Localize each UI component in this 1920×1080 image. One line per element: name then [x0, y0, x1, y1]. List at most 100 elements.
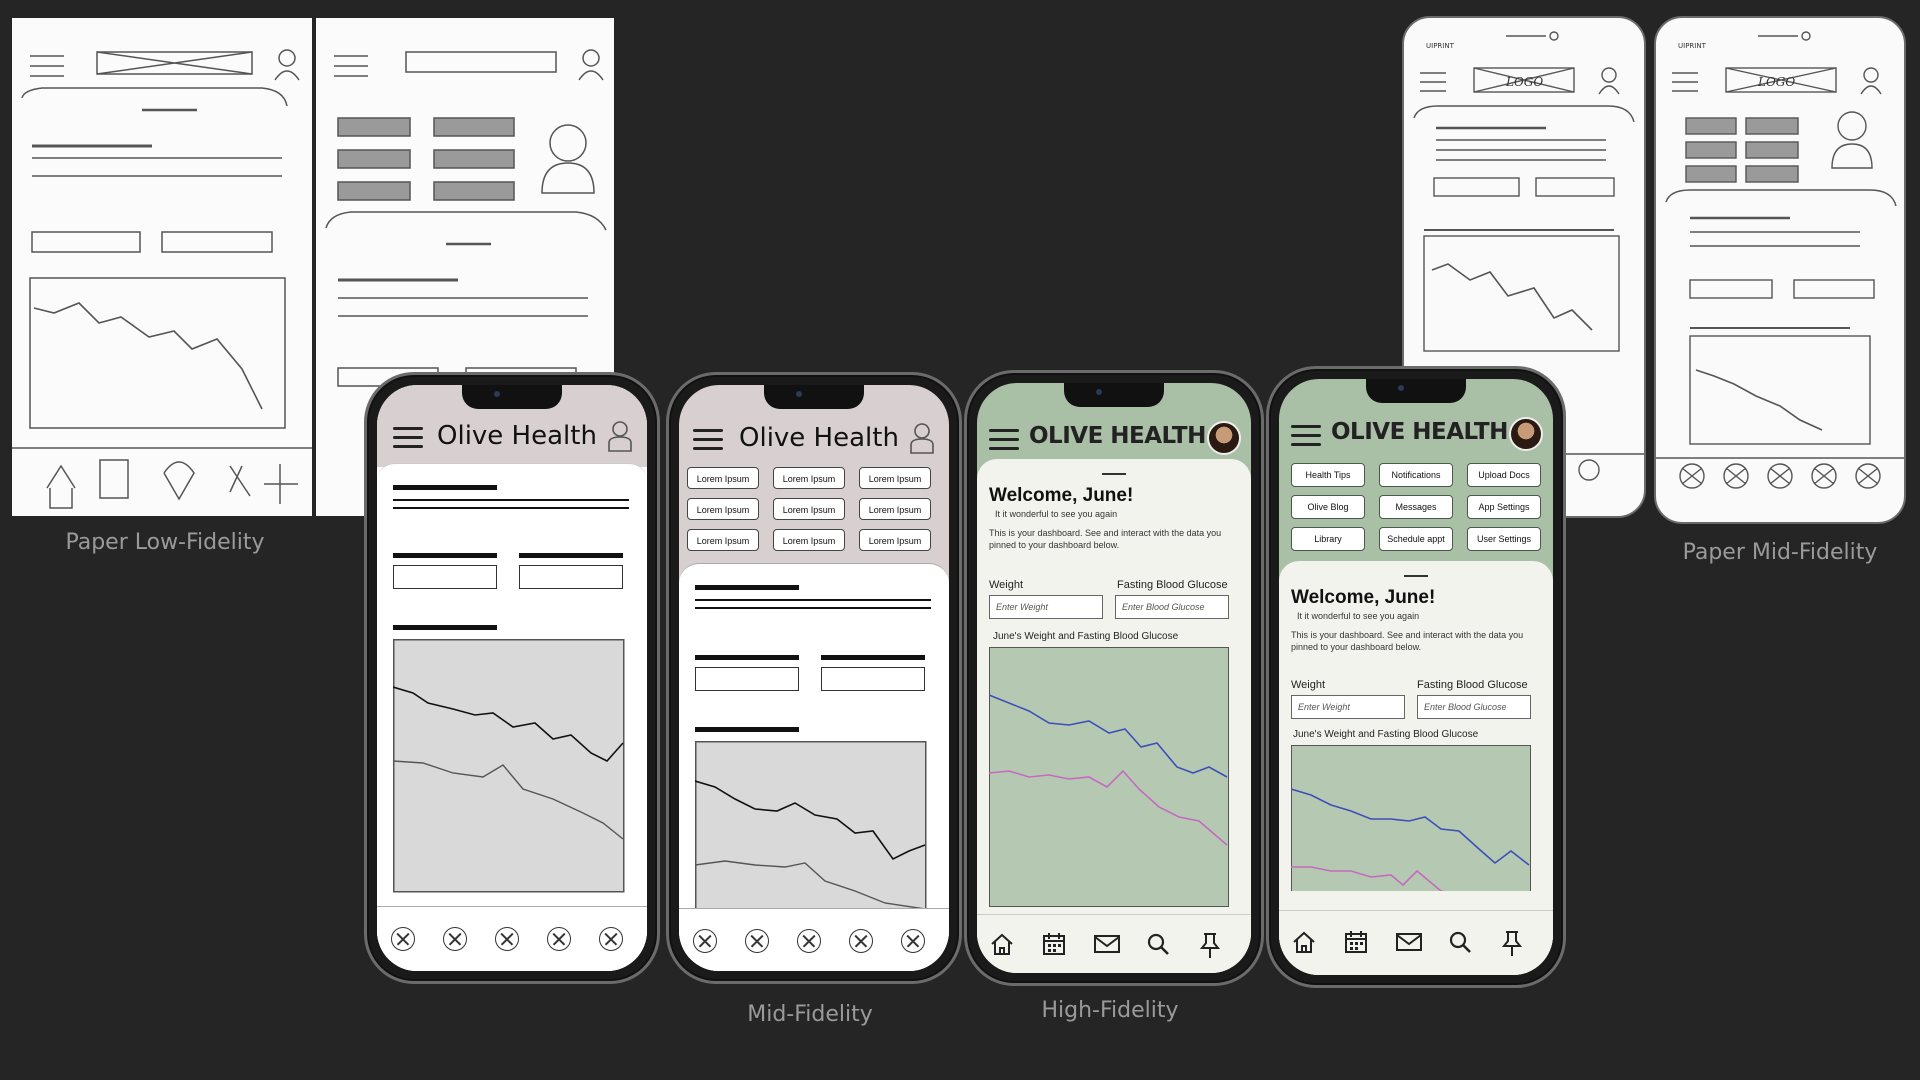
menu-button[interactable]: Lorem Ipsum [687, 467, 759, 489]
search-icon[interactable] [1447, 929, 1473, 955]
notifications-button[interactable]: Notifications [1379, 463, 1453, 487]
search-icon[interactable] [1145, 931, 1171, 957]
menu-icon[interactable] [1291, 425, 1321, 447]
carrier-text: UIPRINT [1426, 42, 1455, 50]
text-line [695, 607, 931, 609]
home-icon[interactable] [989, 931, 1015, 957]
label-bar [821, 655, 925, 660]
menu-icon[interactable] [393, 427, 423, 449]
app-brand: Olive Health [437, 421, 597, 451]
glucose-input[interactable]: Enter Blood Glucose [1417, 695, 1531, 719]
menu-button[interactable]: Lorem Ipsum [859, 529, 931, 551]
chart-label-bar [393, 625, 497, 630]
chart-placeholder [393, 639, 625, 893]
sketch-logo: LOGO [1757, 75, 1795, 89]
text-line [393, 507, 629, 509]
heading-bar [393, 485, 497, 490]
app-brand: OLIVE HEALTH [1331, 419, 1508, 445]
weight-label: Weight [1291, 679, 1326, 691]
nav-placeholder-icon[interactable] [745, 929, 769, 953]
profile-icon[interactable] [607, 419, 633, 453]
nav-placeholder-icon[interactable] [547, 927, 571, 951]
nav-placeholder-icon[interactable] [495, 927, 519, 951]
nav-placeholder-icon[interactable] [849, 929, 873, 953]
high-fidelity-label: High-Fidelity [1041, 998, 1179, 1023]
paper-low-fidelity-label: Paper Low-Fidelity [65, 530, 265, 555]
text-line [695, 599, 931, 601]
library-button[interactable]: Library [1291, 527, 1365, 551]
menu-button[interactable]: Lorem Ipsum [859, 467, 931, 489]
weight-input[interactable]: Enter Weight [989, 595, 1103, 619]
welcome-subtitle: It it wonderful to see you again [995, 509, 1118, 519]
pin-icon[interactable] [1197, 931, 1223, 959]
profile-icon[interactable] [909, 421, 935, 455]
user-avatar[interactable] [1207, 421, 1241, 455]
text-line [393, 499, 629, 501]
glucose-label: Fasting Blood Glucose [1417, 679, 1528, 691]
input-box[interactable] [393, 565, 497, 589]
menu-button[interactable]: Lorem Ipsum [773, 467, 845, 489]
label-bar [393, 553, 497, 558]
paper-mid-fidelity-sketch-2: UIPRINT LOGO [1654, 16, 1906, 524]
paper-mid-fidelity-label: Paper Mid-Fidelity [1682, 540, 1878, 565]
label-bar [519, 553, 623, 558]
user-avatar[interactable] [1509, 417, 1543, 451]
nav-placeholder-icon[interactable] [797, 929, 821, 953]
app-brand: OLIVE HEALTH [1029, 423, 1206, 449]
pin-icon[interactable] [1499, 929, 1525, 957]
input-box[interactable] [695, 667, 799, 691]
chart-placeholder [695, 741, 927, 931]
chart-title: June's Weight and Fasting Blood Glucose [993, 631, 1179, 642]
olive-blog-button[interactable]: Olive Blog [1291, 495, 1365, 519]
drag-handle[interactable] [1102, 473, 1126, 475]
menu-icon[interactable] [693, 429, 723, 451]
app-settings-button[interactable]: App Settings [1467, 495, 1541, 519]
nav-placeholder-icon[interactable] [391, 927, 415, 951]
glucose-input[interactable]: Enter Blood Glucose [1115, 595, 1229, 619]
phone-notch [1366, 379, 1466, 403]
glucose-label: Fasting Blood Glucose [1117, 579, 1228, 591]
home-icon[interactable] [1291, 929, 1317, 955]
mid-fidelity-phone-1: Olive Health [364, 372, 660, 984]
weight-label: Weight [989, 579, 1024, 591]
high-fidelity-phone-2: OLIVE HEALTH Health Tips Notifications U… [1266, 366, 1566, 988]
menu-button[interactable]: Lorem Ipsum [859, 498, 931, 520]
health-tips-button[interactable]: Health Tips [1291, 463, 1365, 487]
chart-label-bar [695, 727, 799, 732]
phone-notch [462, 385, 562, 409]
mid-fidelity-label: Mid-Fidelity [747, 1002, 873, 1027]
dashboard-intro: This is your dashboard. See and interact… [1291, 630, 1524, 652]
user-settings-button[interactable]: User Settings [1467, 527, 1541, 551]
welcome-heading: Welcome, June! [989, 485, 1134, 506]
menu-button[interactable]: Lorem Ipsum [773, 529, 845, 551]
weight-glucose-chart [989, 647, 1229, 907]
nav-placeholder-icon[interactable] [693, 929, 717, 953]
calendar-icon[interactable] [1343, 929, 1369, 955]
mail-icon[interactable] [1093, 931, 1121, 957]
menu-button[interactable]: Lorem Ipsum [687, 498, 759, 520]
weight-glucose-chart [1291, 745, 1531, 891]
mid-fidelity-phone-2: Olive Health Lorem Ipsum Lorem Ipsum Lor… [666, 372, 962, 984]
weight-input[interactable]: Enter Weight [1291, 695, 1405, 719]
schedule-appt-button[interactable]: Schedule appt [1379, 527, 1453, 551]
messages-button[interactable]: Messages [1379, 495, 1453, 519]
drag-handle[interactable] [1404, 575, 1428, 577]
calendar-icon[interactable] [1041, 931, 1067, 957]
chart-title: June's Weight and Fasting Blood Glucose [1293, 729, 1479, 740]
menu-icon[interactable] [989, 429, 1019, 451]
nav-placeholder-icon[interactable] [901, 929, 925, 953]
upload-docs-button[interactable]: Upload Docs [1467, 463, 1541, 487]
welcome-subtitle: It it wonderful to see you again [1297, 611, 1420, 621]
input-box[interactable] [519, 565, 623, 589]
menu-button[interactable]: Lorem Ipsum [773, 498, 845, 520]
sketch-drawing [12, 49, 312, 509]
menu-button[interactable]: Lorem Ipsum [687, 529, 759, 551]
paper-low-fidelity-sketch-1 [12, 18, 312, 516]
sketch-logo: LOGO [1505, 75, 1543, 89]
phone-notch [764, 385, 864, 409]
nav-placeholder-icon[interactable] [599, 927, 623, 951]
high-fidelity-phone-1: OLIVE HEALTH Welcome, June! It it wonder… [964, 370, 1264, 986]
input-box[interactable] [821, 667, 925, 691]
nav-placeholder-icon[interactable] [443, 927, 467, 951]
mail-icon[interactable] [1395, 929, 1423, 955]
